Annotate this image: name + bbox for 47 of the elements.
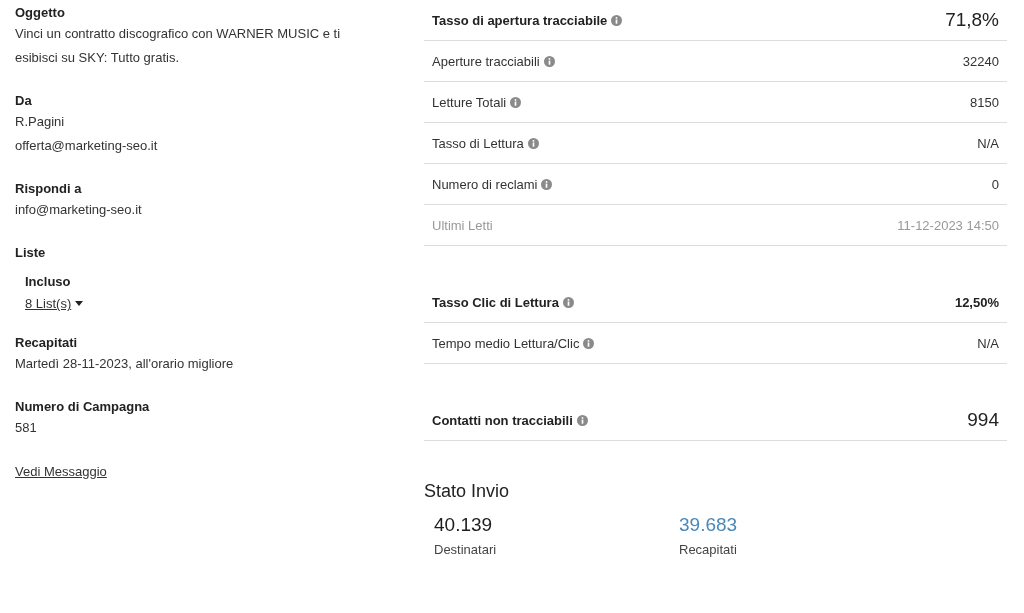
- field-label: Numero di Campagna: [15, 398, 150, 416]
- field-value: offerta@marketing-seo.it: [15, 137, 159, 155]
- field-value: info@marketing-seo.it: [15, 201, 143, 219]
- caret-icon: [75, 301, 84, 306]
- section-title: Stato Invio: [424, 481, 510, 502]
- stat-label: Tasso di apertura tracciabile: [432, 12, 608, 28]
- stat-value: N/A: [977, 135, 999, 151]
- stat-label: Tasso di Lettura: [432, 135, 524, 151]
- field-value: R.Pagini: [15, 113, 66, 131]
- view-message-link[interactable]: Vedi Messaggio: [15, 464, 107, 479]
- stat-label: Aperture tracciabili: [432, 53, 540, 69]
- field-label: Recapitati: [15, 334, 78, 352]
- info-icon[interactable]: [543, 55, 555, 67]
- figure-label: Recapitati: [679, 542, 737, 557]
- stat-value: 12,50%: [954, 294, 999, 310]
- info-icon[interactable]: [541, 178, 553, 190]
- field-value: Martedì 28-11-2023, all'orario migliore: [15, 355, 235, 373]
- stat-label: Tasso Clic di Lettura: [432, 294, 559, 310]
- stat-value: 0: [991, 176, 999, 192]
- stat-label: Ultimi Letti: [432, 217, 493, 233]
- stat-value: 8150: [970, 94, 999, 110]
- info-icon[interactable]: [576, 414, 588, 426]
- stat-label: Tempo medio Lettura/Clic: [432, 335, 580, 351]
- info-icon[interactable]: [583, 337, 595, 349]
- stat-value: 71,8%: [945, 9, 999, 31]
- stat-label: Numero di reclami: [432, 176, 538, 192]
- stat-value: 11-12-2023 14:50: [897, 217, 999, 233]
- field-label: Oggetto: [15, 4, 65, 22]
- info-icon[interactable]: [611, 14, 623, 26]
- field-label: Rispondi a: [15, 180, 82, 198]
- stat-value: N/A: [977, 335, 999, 351]
- figure-value: 39.683: [679, 514, 738, 536]
- stat-label: Contatti non tracciabili: [432, 412, 573, 428]
- info-icon[interactable]: [562, 296, 574, 308]
- figure-value: 40.139: [434, 514, 493, 536]
- stat-value: 994: [967, 409, 999, 431]
- field-label: Da: [15, 92, 32, 110]
- field-label: Liste: [15, 244, 46, 262]
- field-value: 581: [15, 419, 38, 437]
- stat-label: Letture Totali: [432, 94, 507, 110]
- field-label: Incluso: [25, 273, 71, 291]
- info-icon[interactable]: [527, 137, 539, 149]
- field-value: Vinci un contratto discografico con WARNER MUSIC e ti esibisci su SKY: Tutto gratis.: [15, 25, 342, 67]
- stat-value: 32240: [962, 53, 999, 69]
- info-icon[interactable]: [510, 96, 522, 108]
- lists-dropdown-link[interactable]: 8 List(s): [25, 296, 84, 311]
- figure-label: Destinatari: [434, 542, 497, 557]
